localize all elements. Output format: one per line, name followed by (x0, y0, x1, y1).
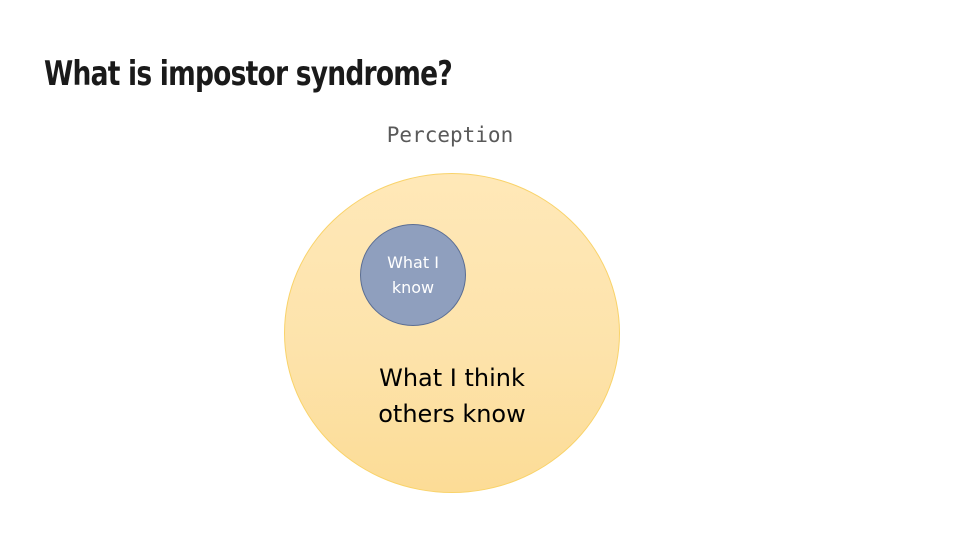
outer-circle (284, 173, 620, 493)
outer-circle-label: What I think others know (378, 364, 526, 428)
diagram-heading: Perception (386, 123, 514, 147)
slide-title: What is impostor syndrome? (44, 54, 453, 94)
inner-circle-label: What I know (387, 253, 439, 297)
slide: What is impostor syndrome? Perception Wh… (0, 0, 960, 540)
